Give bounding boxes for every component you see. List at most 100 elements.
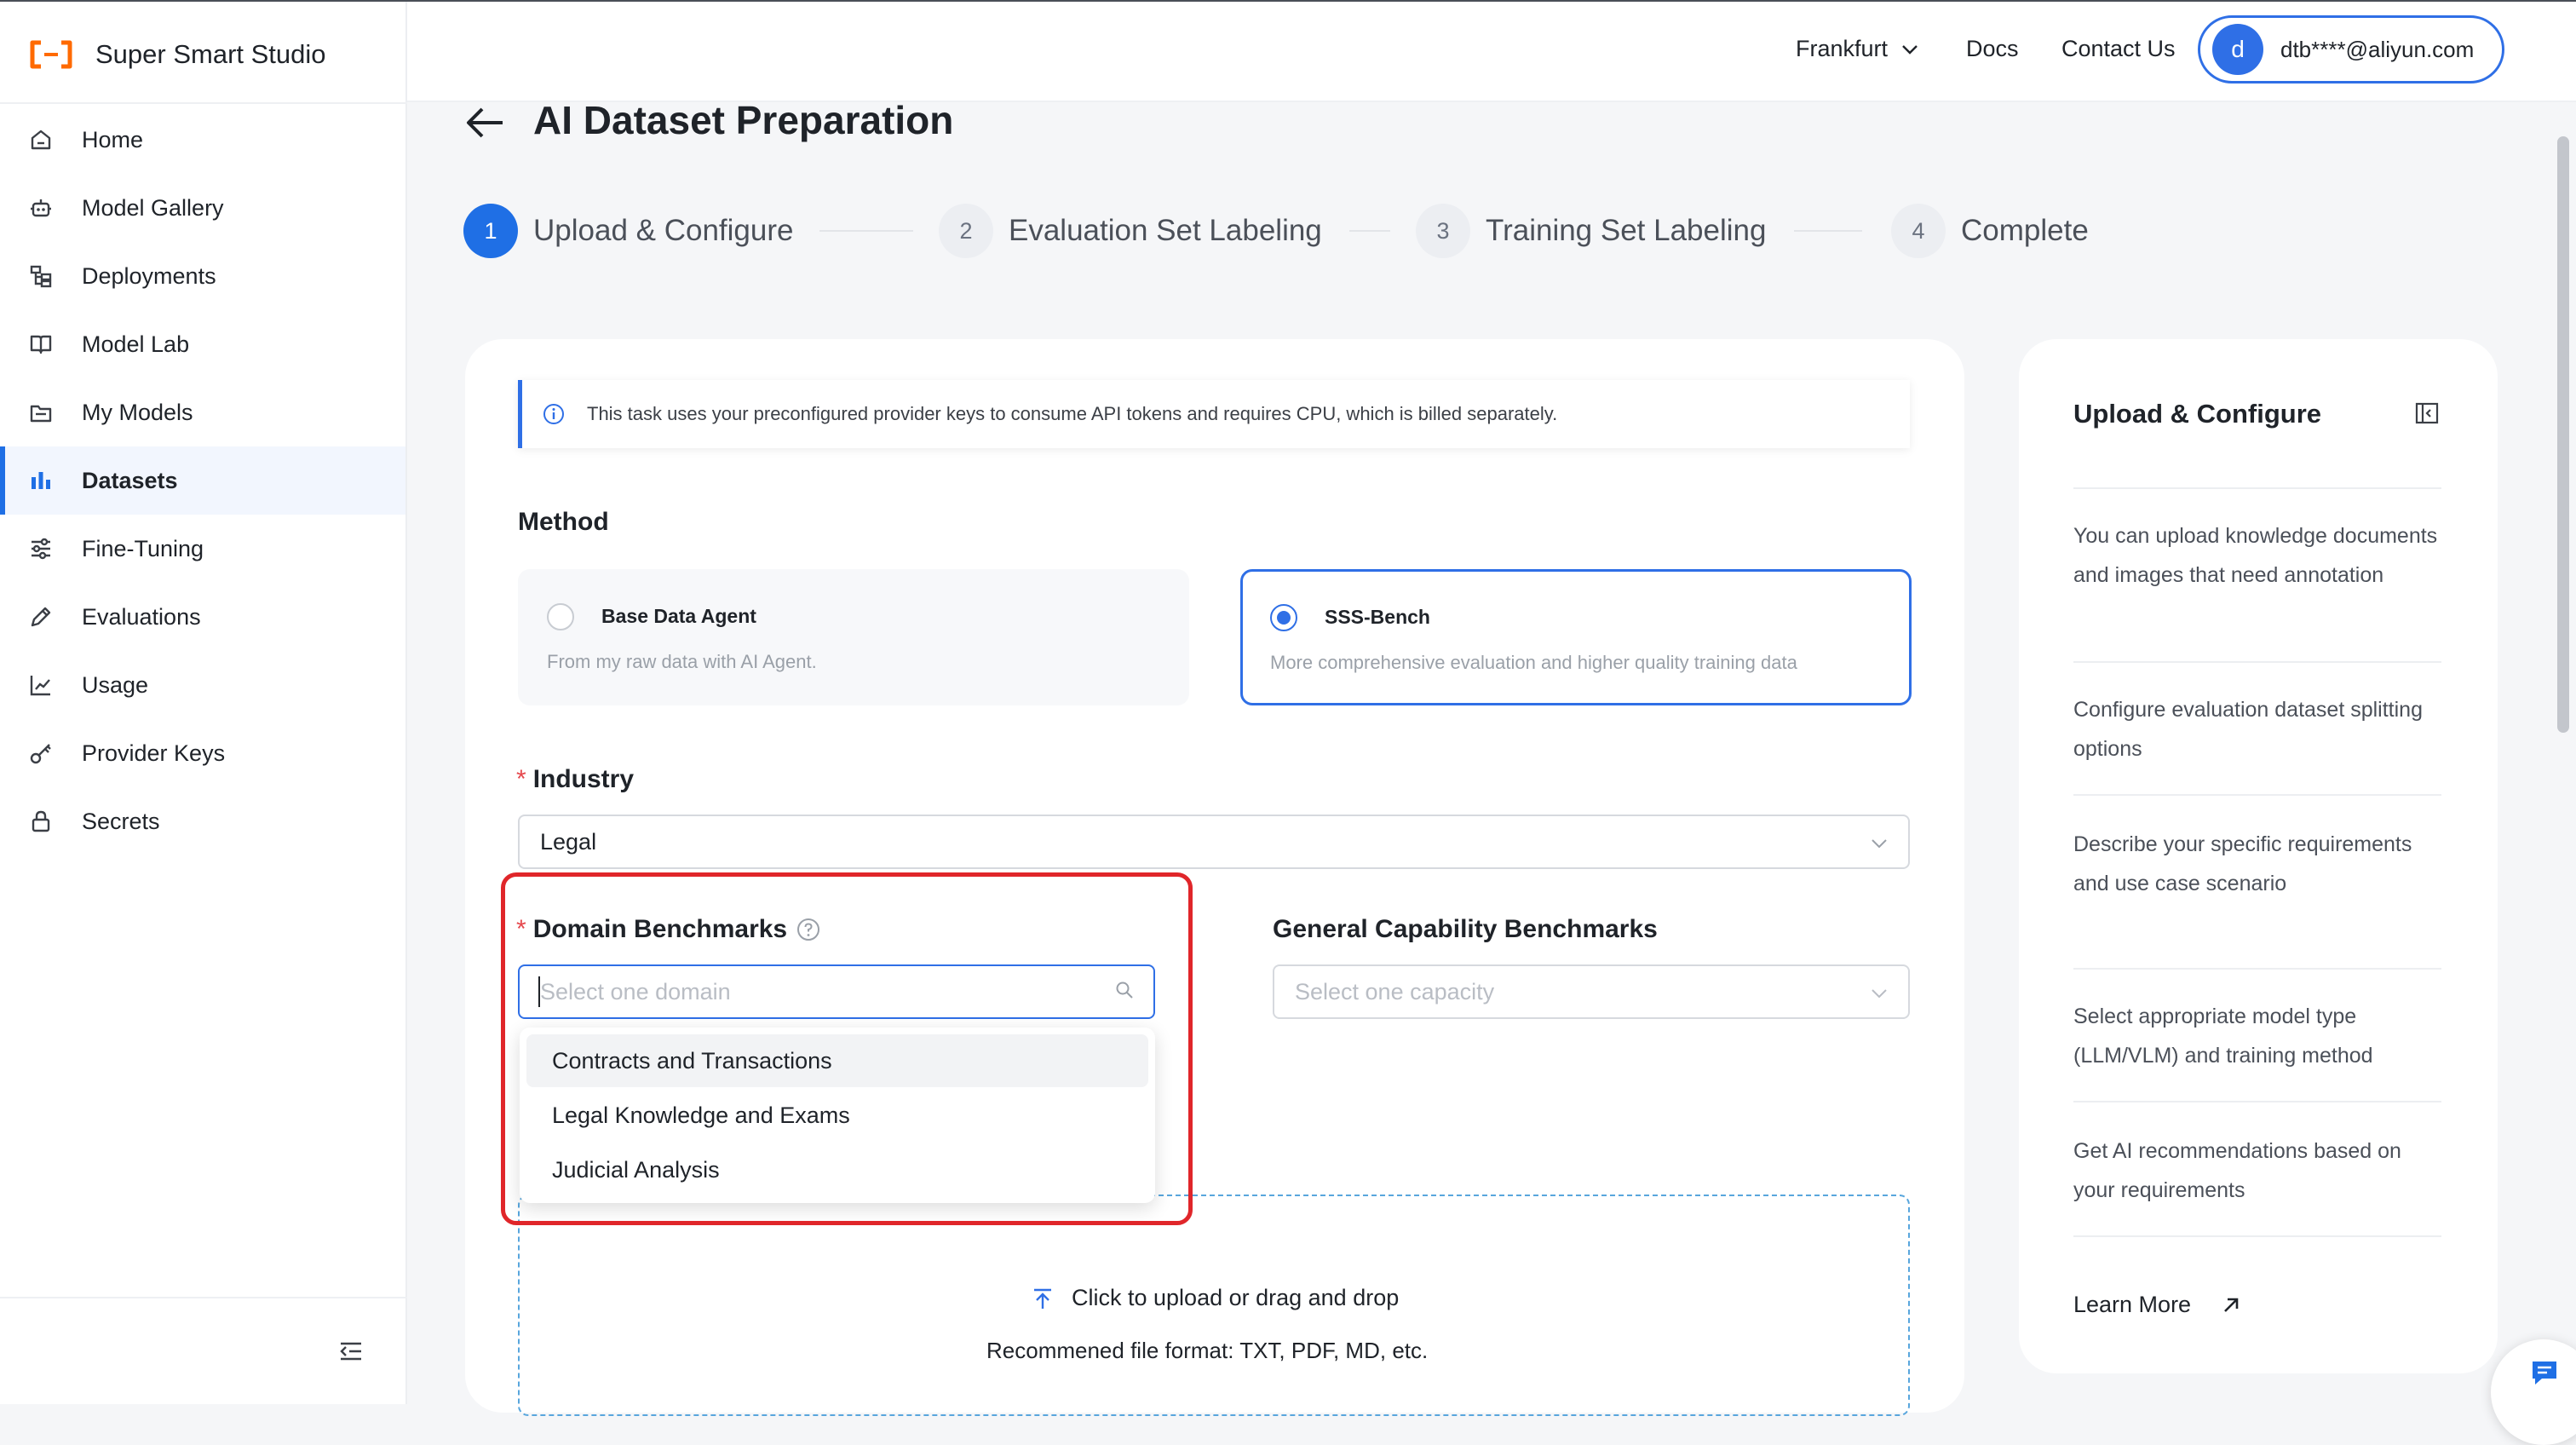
region-label: Frankfurt bbox=[1796, 36, 1889, 61]
step-number: 3 bbox=[1416, 204, 1470, 258]
step-label: Complete bbox=[1961, 214, 2089, 247]
guide-divider bbox=[2073, 968, 2441, 970]
industry-label-text: Industry bbox=[532, 765, 635, 793]
guide-divider bbox=[2073, 794, 2441, 796]
step-evaluation-set-labeling: 2 Evaluation Set Labeling bbox=[939, 203, 1322, 259]
radio-selected[interactable] bbox=[1270, 604, 1297, 631]
brand-name: Super Smart Studio bbox=[95, 39, 326, 69]
book-icon bbox=[30, 335, 52, 354]
upload-text: Click to upload or drag and drop bbox=[1072, 1285, 1400, 1310]
sidebar: Super Smart Studio Home Model Gallery De… bbox=[0, 2, 407, 1404]
guide-item: Describe your specific requirements and … bbox=[2073, 832, 2412, 895]
lock-icon bbox=[32, 810, 50, 832]
hierarchy-icon bbox=[30, 265, 52, 288]
sidebar-item-my-models[interactable]: My Models bbox=[0, 378, 405, 446]
method-title: SSS-Bench bbox=[1325, 606, 1430, 628]
sidebar-nav: Home Model Gallery Deployments Model Lab… bbox=[0, 106, 405, 855]
guide-divider bbox=[2073, 487, 2441, 489]
step-upload-configure: 1 Upload & Configure bbox=[463, 203, 793, 259]
sidebar-divider bbox=[0, 102, 407, 104]
usage-chart-icon bbox=[30, 676, 50, 696]
guide-divider bbox=[2073, 1101, 2441, 1102]
sidebar-item-label: Evaluations bbox=[82, 603, 201, 630]
sidebar-item-label: Home bbox=[82, 126, 144, 153]
step-training-set-labeling: 3 Training Set Labeling bbox=[1416, 203, 1766, 259]
scrollbar-thumb[interactable] bbox=[2557, 136, 2569, 733]
sidebar-footer-divider bbox=[0, 1297, 407, 1298]
industry-select[interactable]: Legal bbox=[518, 815, 1910, 869]
step-connector bbox=[819, 230, 913, 232]
step-connector bbox=[1349, 230, 1390, 232]
account-email: dtb****@aliyun.com bbox=[2280, 36, 2475, 62]
chat-bubble-icon bbox=[2533, 1362, 2556, 1385]
method-option-base-data-agent[interactable]: Base Data Agent From my raw data with AI… bbox=[518, 569, 1189, 705]
bar-chart-icon bbox=[32, 472, 50, 489]
required-marker: * bbox=[516, 765, 526, 793]
sidebar-item-fine-tuning[interactable]: Fine-Tuning bbox=[0, 515, 405, 583]
industry-label: * Industry bbox=[516, 765, 634, 794]
step-label: Training Set Labeling bbox=[1486, 214, 1767, 247]
sidebar-item-evaluations[interactable]: Evaluations bbox=[0, 583, 405, 651]
sidebar-item-provider-keys[interactable]: Provider Keys bbox=[0, 719, 405, 787]
capacity-placeholder: Select one capacity bbox=[1295, 978, 1495, 1005]
capacity-select[interactable]: Select one capacity bbox=[1273, 964, 1910, 1019]
brand[interactable]: Super Smart Studio bbox=[29, 32, 326, 77]
sidebar-item-label: Model Lab bbox=[82, 331, 190, 357]
method-title: Base Data Agent bbox=[601, 605, 756, 627]
brand-logo-icon bbox=[30, 40, 72, 69]
sidebar-item-usage[interactable]: Usage bbox=[0, 651, 405, 719]
robot-icon bbox=[31, 199, 51, 217]
learn-more-label: Learn More bbox=[2073, 1292, 2192, 1317]
learn-more-link[interactable]: Learn More bbox=[2073, 1292, 2242, 1318]
sidebar-item-label: My Models bbox=[82, 399, 193, 425]
step-number: 1 bbox=[463, 204, 518, 258]
guide-item: Configure evaluation dataset splitting o… bbox=[2073, 698, 2423, 761]
sliders-icon bbox=[32, 538, 50, 560]
page-title: AI Dataset Preparation bbox=[533, 98, 954, 142]
upload-trigger[interactable]: Click to upload or drag and drop bbox=[1031, 1285, 1399, 1311]
guide-item: You can upload knowledge documents and i… bbox=[2073, 524, 2438, 587]
sidebar-item-home[interactable]: Home bbox=[0, 106, 405, 174]
method-description: From my raw data with AI Agent. bbox=[547, 651, 817, 672]
chat-support-button[interactable] bbox=[2491, 1339, 2576, 1445]
sidebar-item-label: Deployments bbox=[82, 262, 216, 289]
external-link-arrow-icon bbox=[2224, 1298, 2239, 1312]
upload-icon bbox=[1034, 1288, 1051, 1309]
key-icon bbox=[30, 744, 51, 764]
step-label: Upload & Configure bbox=[533, 214, 794, 247]
guide-item: Select appropriate model type (LLM/VLM) … bbox=[2073, 1005, 2373, 1068]
step-number: 4 bbox=[1891, 204, 1946, 258]
panel-collapse-icon[interactable] bbox=[2414, 400, 2440, 426]
avatar: d bbox=[2212, 24, 2263, 75]
sidebar-item-datasets[interactable]: Datasets bbox=[0, 446, 405, 515]
sidebar-item-label: Secrets bbox=[82, 808, 160, 834]
home-icon bbox=[31, 130, 51, 150]
guide-divider bbox=[2073, 1235, 2441, 1237]
account-menu[interactable]: d dtb****@aliyun.com bbox=[2198, 15, 2504, 83]
region-selector[interactable]: Frankfurt bbox=[1796, 36, 1920, 62]
sidebar-item-secrets[interactable]: Secrets bbox=[0, 787, 405, 855]
sidebar-item-label: Usage bbox=[82, 671, 149, 698]
chevron-down-icon bbox=[1872, 989, 1887, 999]
guide-divider bbox=[2073, 661, 2441, 663]
general-benchmarks-label: General Capability Benchmarks bbox=[1273, 915, 1658, 943]
contact-us-link[interactable]: Contact Us bbox=[2061, 36, 2176, 62]
folder-icon bbox=[30, 405, 52, 423]
sidebar-item-deployments[interactable]: Deployments bbox=[0, 242, 405, 310]
industry-value: Legal bbox=[540, 828, 597, 855]
method-option-sss-bench[interactable]: SSS-Bench More comprehensive evaluation … bbox=[1240, 569, 1912, 705]
sidebar-item-label: Fine-Tuning bbox=[82, 535, 204, 561]
collapse-sidebar-icon[interactable] bbox=[337, 1338, 365, 1365]
pencil-icon bbox=[31, 607, 51, 627]
radio-unselected[interactable] bbox=[547, 603, 574, 630]
step-complete: 4 Complete bbox=[1891, 203, 2089, 259]
info-icon bbox=[543, 404, 564, 424]
sidebar-item-label: Model Gallery bbox=[82, 194, 224, 221]
back-arrow-icon[interactable] bbox=[465, 106, 504, 140]
guide-title: Upload & Configure bbox=[2073, 399, 2322, 429]
sidebar-item-model-gallery[interactable]: Model Gallery bbox=[0, 174, 405, 242]
notice-text: This task uses your preconfigured provid… bbox=[587, 403, 1558, 424]
sidebar-item-model-lab[interactable]: Model Lab bbox=[0, 310, 405, 378]
chevron-down-icon bbox=[1902, 44, 1918, 55]
docs-link[interactable]: Docs bbox=[1966, 36, 2019, 62]
